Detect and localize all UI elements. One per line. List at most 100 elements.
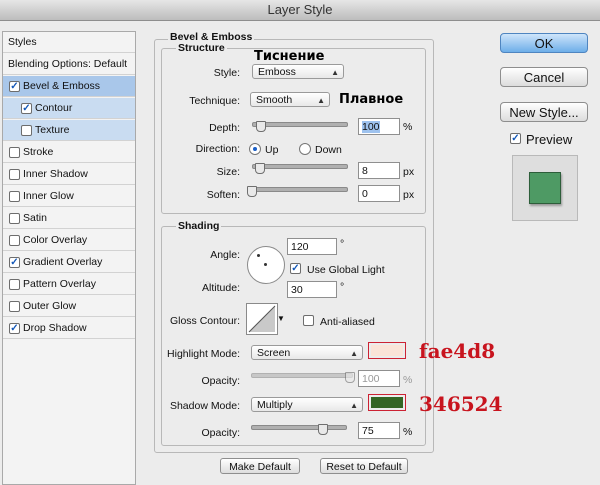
shadow-mode-select[interactable]: Multiply ▲: [251, 397, 363, 412]
depth-unit: %: [403, 121, 413, 133]
style-select[interactable]: Emboss ▲: [252, 64, 344, 79]
shadow-opacity-input[interactable]: 75: [358, 422, 400, 439]
styles-item[interactable]: Blending Options: Default: [3, 54, 135, 75]
styles-item-checkbox[interactable]: [21, 125, 32, 136]
shadow-mode-value: Multiply: [257, 399, 293, 411]
styles-item-checkbox[interactable]: [9, 81, 20, 92]
chevron-down-icon[interactable]: ▼: [277, 314, 285, 323]
styles-item-label: Inner Shadow: [23, 168, 88, 180]
preview-label: Preview: [526, 132, 573, 147]
styles-item-checkbox[interactable]: [9, 213, 20, 224]
angle-dial[interactable]: [247, 246, 285, 284]
styles-item-checkbox[interactable]: [9, 323, 20, 334]
angle-unit: °: [340, 238, 345, 250]
styles-item[interactable]: Stroke: [3, 142, 135, 163]
depth-input[interactable]: 100: [358, 118, 400, 135]
highlight-opacity-input[interactable]: 100: [358, 370, 400, 387]
shadow-opacity-label: Opacity:: [201, 427, 240, 439]
use-global-light-checkbox[interactable]: [290, 263, 301, 274]
depth-slider[interactable]: [252, 122, 348, 127]
styles-item-label: Outer Glow: [23, 300, 77, 312]
shadow-mode-label: Shadow Mode:: [169, 400, 240, 412]
size-unit: px: [403, 166, 415, 178]
gloss-contour-preview[interactable]: [246, 303, 278, 335]
new-style-button[interactable]: New Style...: [500, 102, 588, 122]
direction-up-label: Up: [265, 144, 279, 156]
styles-item[interactable]: Gradient Overlay: [3, 252, 135, 273]
cancel-button[interactable]: Cancel: [500, 67, 588, 87]
structure-title: Structure: [176, 42, 227, 54]
highlight-mode-label: Highlight Mode:: [167, 348, 240, 360]
styles-item[interactable]: Inner Glow: [3, 186, 135, 207]
depth-slider-handle[interactable]: [256, 121, 266, 132]
styles-item[interactable]: Drop Shadow: [3, 318, 135, 339]
styles-panel: Styles Blending Options: Default Bevel & …: [2, 31, 136, 485]
reset-to-default-button[interactable]: Reset to Default: [320, 458, 408, 474]
preview-swatch: [529, 172, 561, 204]
size-slider[interactable]: [252, 164, 348, 169]
direction-down-label: Down: [315, 144, 342, 156]
styles-item-checkbox[interactable]: [9, 257, 20, 268]
direction-down-radio[interactable]: [299, 143, 311, 155]
altitude-unit: °: [340, 281, 345, 293]
make-default-button[interactable]: Make Default: [220, 458, 300, 474]
styles-item[interactable]: Bevel & Emboss: [3, 76, 135, 97]
styles-item-checkbox[interactable]: [9, 301, 20, 312]
direction-up-radio[interactable]: [249, 143, 261, 155]
select-arrow-icon: ▲: [331, 68, 339, 77]
styles-item-label: Texture: [35, 124, 70, 136]
highlight-opacity-slider[interactable]: [251, 373, 353, 378]
soften-slider-handle[interactable]: [247, 186, 257, 197]
size-input[interactable]: 8: [358, 162, 400, 179]
styles-item-label: Bevel & Emboss: [23, 80, 101, 92]
styles-item[interactable]: Pattern Overlay: [3, 274, 135, 295]
angle-dial-center: [264, 263, 267, 266]
technique-select[interactable]: Smooth ▲: [250, 92, 330, 107]
styles-item[interactable]: Texture: [3, 120, 135, 141]
styles-item-checkbox[interactable]: [21, 103, 32, 114]
styles-item[interactable]: Color Overlay: [3, 230, 135, 251]
styles-item-checkbox[interactable]: [9, 235, 20, 246]
styles-item[interactable]: Contour: [3, 98, 135, 119]
highlight-opacity-unit: %: [403, 374, 413, 386]
technique-label: Technique:: [189, 95, 240, 107]
select-arrow-icon: ▲: [350, 349, 358, 358]
highlight-opacity-handle[interactable]: [345, 372, 355, 383]
styles-item-checkbox[interactable]: [9, 169, 20, 180]
soften-input[interactable]: 0: [358, 185, 400, 202]
soften-slider[interactable]: [249, 187, 348, 192]
styles-item-label: Inner Glow: [23, 190, 74, 202]
annotation-shadow-hex: 346524: [419, 392, 503, 416]
styles-item[interactable]: Inner Shadow: [3, 164, 135, 185]
shadow-color-swatch[interactable]: [368, 394, 406, 411]
size-slider-handle[interactable]: [255, 163, 265, 174]
preview-box: [512, 155, 578, 221]
anti-aliased-checkbox[interactable]: [303, 315, 314, 326]
angle-input[interactable]: 120: [287, 238, 337, 255]
ok-button[interactable]: OK: [500, 33, 588, 53]
highlight-color-swatch[interactable]: [368, 342, 406, 359]
shadow-opacity-unit: %: [403, 426, 413, 438]
styles-item-checkbox[interactable]: [9, 191, 20, 202]
styles-item[interactable]: Satin: [3, 208, 135, 229]
shadow-opacity-handle[interactable]: [318, 424, 328, 435]
styles-item-label: Pattern Overlay: [23, 278, 96, 290]
preview-checkbox[interactable]: [510, 133, 521, 144]
highlight-mode-select[interactable]: Screen ▲: [251, 345, 363, 360]
window-title: Layer Style: [0, 0, 600, 21]
styles-item-checkbox[interactable]: [9, 147, 20, 158]
styles-item-label: Contour: [35, 102, 73, 114]
styles-item-label: Stroke: [23, 146, 54, 158]
styles-item-label: Color Overlay: [23, 234, 88, 246]
altitude-input[interactable]: 30: [287, 281, 337, 298]
angle-label: Angle:: [210, 249, 240, 261]
annotation-smooth: Плавное: [339, 92, 404, 107]
contour-curve-icon: [248, 305, 276, 333]
annotation-emboss: Тиснение: [254, 49, 325, 64]
styles-item-checkbox[interactable]: [9, 279, 20, 290]
shadow-opacity-slider[interactable]: [251, 425, 347, 430]
styles-item-label: Satin: [23, 212, 47, 224]
gloss-contour-label: Gloss Contour:: [169, 315, 240, 327]
styles-header[interactable]: Styles: [3, 32, 135, 53]
styles-item[interactable]: Outer Glow: [3, 296, 135, 317]
